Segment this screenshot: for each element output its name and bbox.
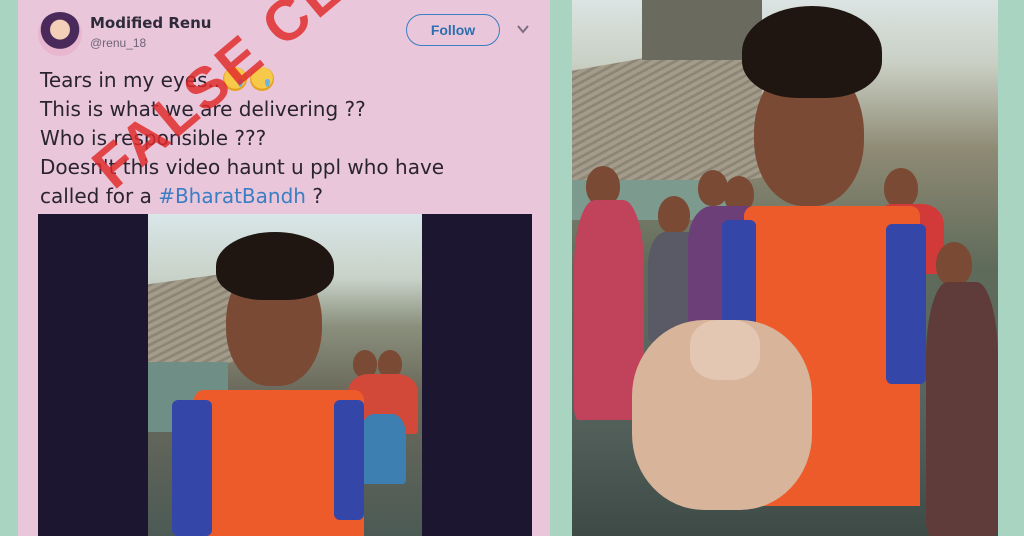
child-head (690, 320, 760, 380)
man-hair (742, 6, 882, 98)
vest-strap (172, 400, 212, 536)
man-hair (216, 232, 334, 300)
bystander (884, 168, 918, 208)
video-frame[interactable] (572, 0, 998, 536)
author-handle[interactable]: @renu_18 (90, 36, 146, 50)
tweet-card: Modified Renu @renu_18 Follow Tears in m… (18, 0, 550, 536)
bystander (698, 170, 728, 206)
bystander-body (926, 282, 998, 536)
bystander (658, 196, 690, 234)
video-thumbnail[interactable] (148, 214, 422, 536)
chevron-down-icon[interactable] (516, 22, 530, 36)
vest-strap (334, 400, 364, 520)
avatar[interactable] (38, 12, 82, 56)
tweet-line-5-suffix: ? (305, 184, 323, 208)
follow-button[interactable]: Follow (406, 14, 500, 46)
child-bystander (360, 414, 406, 484)
vest-strap (886, 224, 926, 384)
bystander (936, 242, 972, 286)
hashtag-link[interactable]: #BharatBandh (158, 184, 306, 208)
author-name[interactable]: Modified Renu (90, 14, 211, 32)
tweet-video[interactable] (38, 214, 532, 536)
